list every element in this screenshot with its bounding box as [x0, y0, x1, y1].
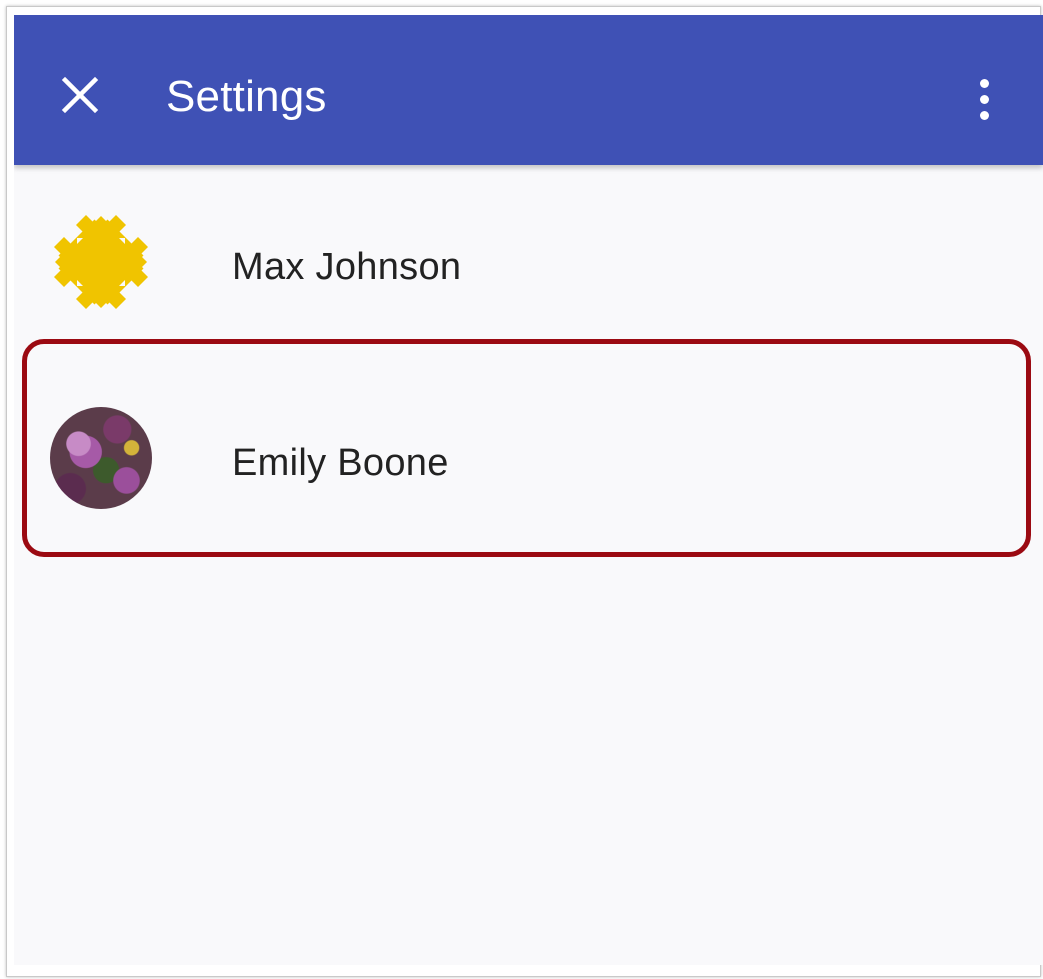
close-icon	[61, 76, 99, 114]
account-item-emily-boone[interactable]: Emily Boone	[14, 355, 1043, 535]
more-vert-icon-dot	[979, 94, 989, 104]
more-vert-icon-dot	[979, 110, 989, 120]
quilt-pattern-avatar-icon	[50, 211, 152, 313]
flower-photo-avatar-icon	[50, 407, 152, 509]
page-title: Settings	[166, 72, 327, 121]
more-vert-icon	[979, 78, 989, 88]
app-bar: Settings	[14, 15, 1043, 165]
more-options-button[interactable]	[962, 71, 1006, 127]
settings-screen: Settings Max Johnson Emily Boone	[14, 15, 1043, 965]
account-name: Emily Boone	[232, 442, 449, 484]
account-item-max-johnson[interactable]: Max Johnson	[14, 175, 1043, 355]
close-button[interactable]	[50, 65, 110, 125]
account-name: Max Johnson	[232, 246, 462, 288]
